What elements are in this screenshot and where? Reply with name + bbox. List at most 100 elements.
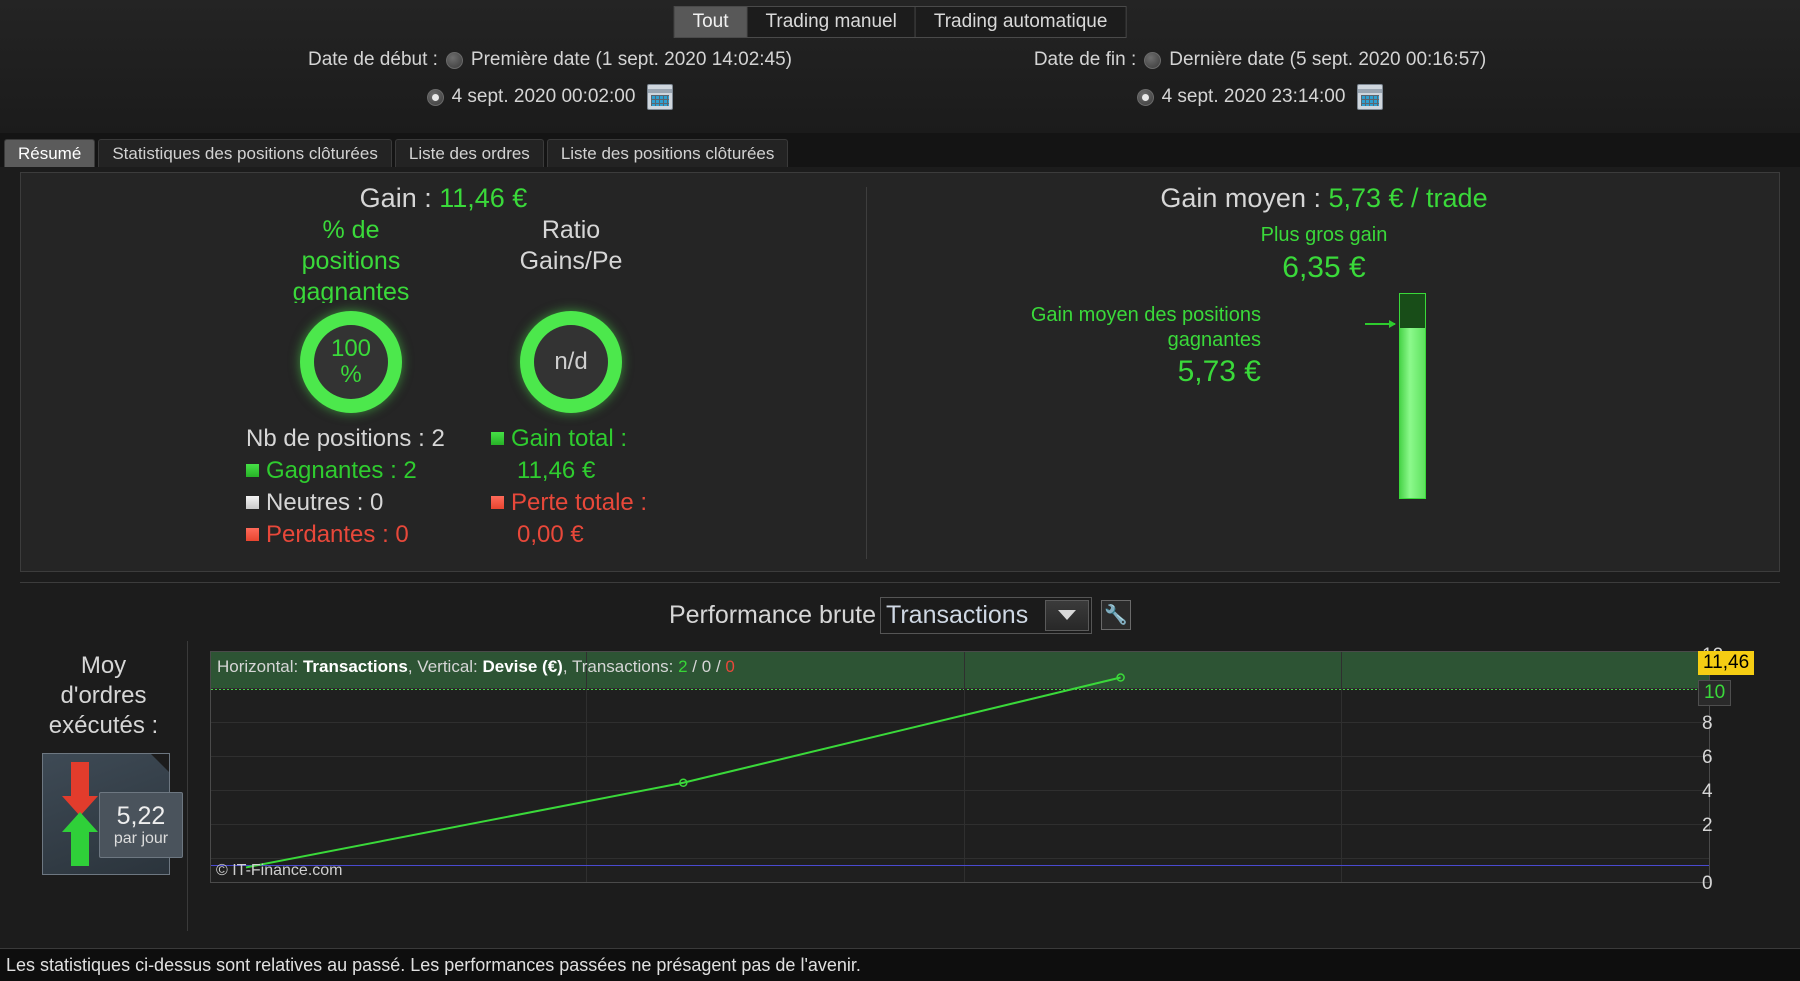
legend-transactions-lost: 0 [725, 657, 735, 676]
calendar-icon-end[interactable] [1357, 84, 1384, 110]
swatch-green-icon [246, 464, 259, 477]
price-badge-threshold: 10 [1698, 680, 1732, 706]
stat-gain-total-label: Gain total : [511, 425, 628, 452]
start-date-first-text: Première date (1 sept. 2020 14:02:45) [470, 49, 793, 70]
donut-gain-loss-ratio-value: n/d [554, 348, 588, 375]
donut-gain-loss-ratio-title: Ratio Gains/Pe [519, 216, 623, 275]
chart-series-svg [245, 673, 1125, 869]
avg-gain-headline: Gain moyen : 5,73 € / trade [867, 173, 1781, 214]
tab-resume[interactable]: Résumé [4, 139, 96, 167]
legend-transactions-label: , Transactions: [562, 657, 679, 676]
summary-right: Gain moyen : 5,73 € / trade Plus gros ga… [867, 173, 1781, 573]
avg-gain-headline-label: Gain moyen : [1160, 183, 1329, 213]
avg-orders-card: 5,22 par jour [42, 753, 183, 875]
tab-liste-des-ordres[interactable]: Liste des ordres [394, 139, 544, 167]
start-date-custom-text[interactable]: 4 sept. 2020 00:02:00 [452, 86, 636, 108]
summary-stats: Nb de positions : 2 Gagnantes : 2 Neutre… [21, 423, 866, 573]
trading-report-window: Tout Trading manuel Trading automatique … [0, 0, 1800, 981]
stat-gain-total-value: 11,46 € [517, 457, 596, 484]
stat-neutres-label: Neutres : 0 [266, 489, 384, 516]
legend-sep-2: / [711, 657, 726, 676]
totals-column: Gain total : 11,46 € Perte totale : 0,00… [491, 423, 751, 551]
gain-headline-label: Gain : [359, 183, 440, 213]
stat-nb-positions-label: Nb de positions : 2 [246, 425, 445, 452]
end-date-custom-text[interactable]: 4 sept. 2020 23:14:00 [1162, 86, 1346, 108]
legend-vertical-value: Devise (€) [482, 657, 563, 676]
chart-series-dropdown-value: Transactions [886, 600, 1029, 629]
avg-win-bar-fill [1400, 328, 1425, 498]
donut-winning-percent-title: % de positions gagnantes [292, 216, 410, 303]
biggest-gain-label: Plus gros gain [1260, 224, 1388, 246]
chart-legend: Horizontal: Transactions, Vertical: Devi… [217, 657, 735, 677]
mode-tab-tout[interactable]: Tout [674, 7, 748, 37]
swatch-white-icon [246, 496, 259, 509]
biggest-gain-value: 6,35 € [1282, 251, 1366, 284]
stat-line-perdantes: Perdantes : 0 [246, 519, 496, 551]
end-date-last-radio[interactable] [1144, 51, 1162, 69]
stat-line-perte-totale-value: 0,00 € [491, 519, 751, 551]
stat-perte-totale-label: Perte totale : [511, 489, 648, 516]
calendar-icon-start[interactable] [647, 84, 674, 110]
stat-perdantes-label: Perdantes : 0 [266, 521, 409, 548]
pointer-arrow-icon [1365, 320, 1396, 328]
stat-line-gain-total-value: 11,46 € [491, 455, 751, 487]
stat-perte-totale-value: 0,00 € [517, 521, 584, 548]
start-date-group: Date de début : Première date (1 sept. 2… [170, 46, 930, 120]
avg-orders-tooltip: 5,22 par jour [99, 792, 183, 858]
start-date-label: Date de début : [307, 49, 438, 70]
mode-tab-group: Tout Trading manuel Trading automatique [673, 6, 1127, 38]
start-date-first-radio[interactable] [445, 51, 463, 69]
gain-headline-value: 11,46 € [439, 183, 528, 213]
mode-tab-trading-manuel[interactable]: Trading manuel [747, 7, 916, 37]
performance-chart-plot[interactable]: Horizontal: Transactions, Vertical: Devi… [210, 651, 1710, 883]
chart-series-dropdown[interactable]: Transactions [880, 596, 1093, 634]
donut-gain-loss-ratio: Ratio Gains/Pe n/d [421, 215, 721, 413]
tab-statistiques-positions-cloturees[interactable]: Statistiques des positions clôturées [98, 139, 392, 167]
stat-line-gain-total: Gain total : [491, 423, 751, 455]
price-badge-current: 11,46 [1698, 651, 1755, 675]
legend-horizontal-label: Horizontal: [217, 657, 303, 676]
summary-left: Gain : 11,46 € % de positions gagnantes … [21, 173, 866, 573]
mode-tab-trading-automatique[interactable]: Trading automatique [915, 7, 1126, 37]
end-date-group: Date de fin : Dernière date (5 sept. 202… [880, 46, 1640, 120]
chart-line-series [245, 676, 1121, 869]
avg-orders-unit: par jour [113, 829, 169, 847]
legend-horizontal-value: Transactions [302, 657, 408, 676]
donut-gain-loss-ratio-ring: n/d [520, 311, 622, 413]
chart-panel: Performance brute Transactions 🔧 Moy d'o… [20, 582, 1780, 942]
stat-line-gagnantes: Gagnantes : 2 [246, 455, 496, 487]
swatch-green-gain-icon [491, 432, 504, 445]
end-date-custom-radio[interactable] [1136, 88, 1154, 106]
gain-headline: Gain : 11,46 € [21, 173, 866, 214]
legend-transactions-won: 2 [678, 657, 688, 676]
avg-orders-panel: Moy d'ordres exécutés : 5,22 par jour [20, 641, 188, 931]
position-counts: Nb de positions : 2 Gagnantes : 2 Neutre… [246, 423, 496, 551]
avg-win-bar-row [1167, 293, 1527, 508]
date-range-controls: Date de début : Première date (1 sept. 2… [0, 46, 1800, 126]
top-bar: Tout Trading manuel Trading automatique … [0, 0, 1800, 133]
summary-panel: Gain : 11,46 € % de positions gagnantes … [20, 172, 1780, 572]
chevron-down-icon[interactable] [1045, 599, 1090, 631]
status-bar-text: Les statistiques ci-dessus sont relative… [6, 954, 861, 975]
start-date-custom-radio[interactable] [426, 88, 444, 106]
end-date-label: Date de fin : [1033, 49, 1137, 70]
stat-gagnantes-label: Gagnantes : 2 [266, 457, 417, 484]
stat-line-perte-totale: Perte totale : [491, 487, 751, 519]
arrow-up-green-icon [62, 812, 98, 866]
avg-orders-value: 5,22 [116, 801, 166, 830]
status-bar: Les statistiques ci-dessus sont relative… [0, 948, 1800, 981]
avg-gain-headline-value: 5,73 € / trade [1328, 183, 1488, 213]
legend-sep-1: / [687, 657, 702, 676]
donut-winning-percent-value: 100 % [330, 335, 372, 388]
end-date-last-text: Dernière date (5 sept. 2020 00:16:57) [1169, 49, 1487, 70]
legend-transactions-neutral: 0 [701, 657, 712, 676]
wrench-icon[interactable]: 🔧 [1101, 600, 1132, 630]
stat-line-neutres: Neutres : 0 [246, 487, 496, 519]
view-tab-strip: Résumé Statistiques des positions clôtur… [0, 133, 1800, 167]
swatch-red-icon [246, 528, 259, 541]
donut-winning-percent-ring: 100 % [300, 311, 402, 413]
avg-win-bar-cap [1400, 294, 1425, 328]
avg-orders-title: Moy d'ordres exécutés : [48, 652, 159, 739]
avg-win-bar [1399, 293, 1426, 499]
tab-liste-des-positions-cloturees[interactable]: Liste des positions clôturées [546, 139, 789, 167]
